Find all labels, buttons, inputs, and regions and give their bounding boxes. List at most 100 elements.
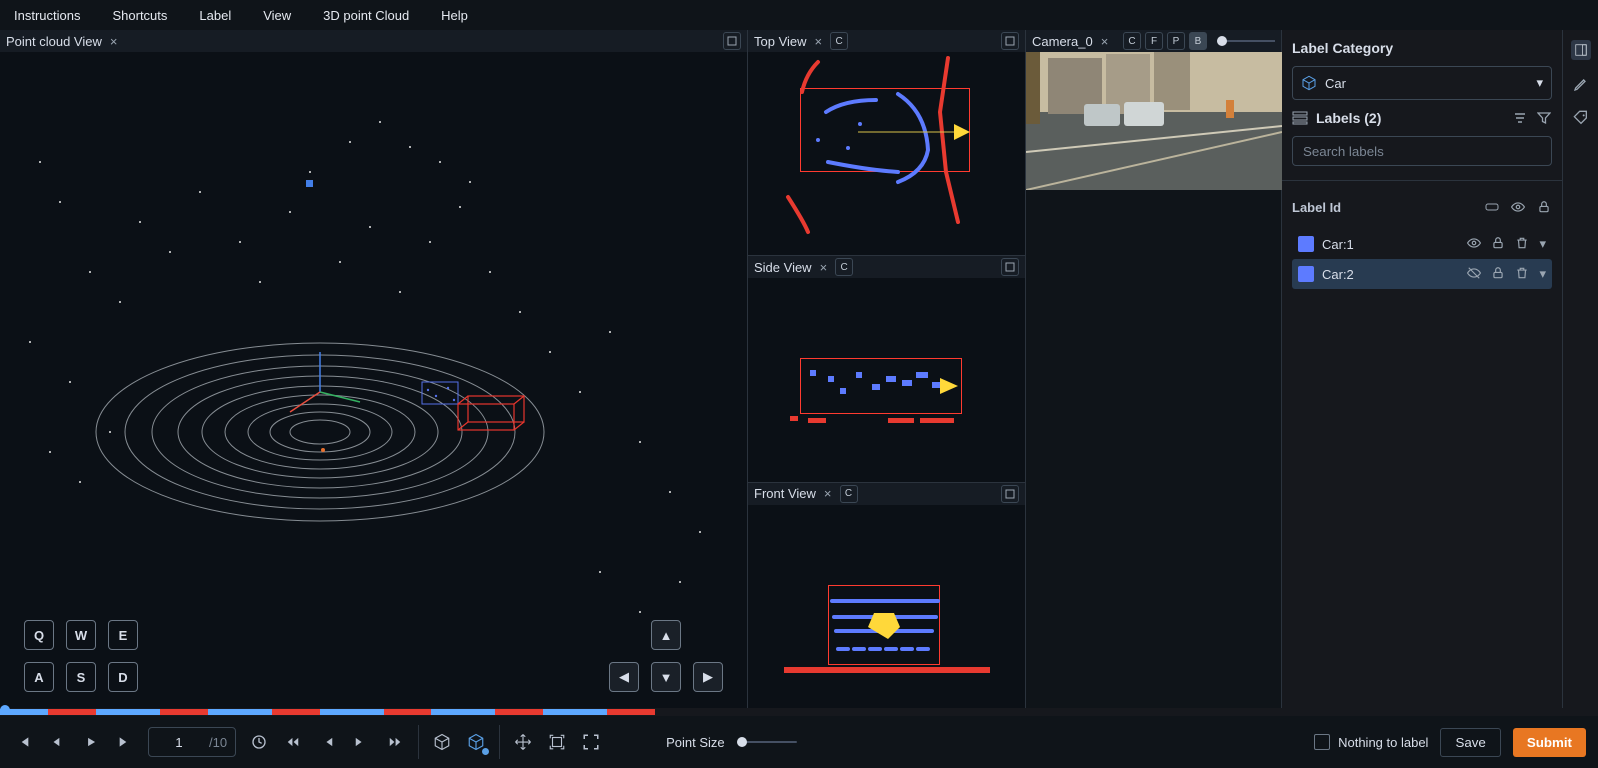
tab-camera-0[interactable]: Camera_0 [1032, 34, 1093, 49]
menu-view[interactable]: View [259, 4, 295, 27]
arrow-right-icon[interactable]: ▶ [693, 662, 723, 692]
save-button[interactable]: Save [1440, 728, 1500, 757]
next-frame-icon[interactable] [350, 731, 372, 753]
arrow-down-icon[interactable]: ▼ [651, 662, 681, 692]
chevron-down-icon[interactable]: ▾ [1539, 266, 1546, 282]
label-id-header: Label Id [1292, 200, 1484, 215]
cube-edit-icon[interactable] [465, 731, 487, 753]
brightness-slider[interactable] [1217, 40, 1275, 42]
frame-total: /10 [209, 735, 235, 750]
camera-mode-b[interactable]: B [1189, 32, 1207, 50]
filter-icon[interactable] [1536, 110, 1552, 126]
label-category-dropdown[interactable]: Car ▾ [1292, 66, 1552, 100]
menu-instructions[interactable]: Instructions [10, 4, 84, 27]
timeline-segment [272, 709, 320, 715]
panel-layout-icon[interactable] [1571, 40, 1591, 60]
tag-icon[interactable] [1484, 199, 1500, 215]
label-name: Car:2 [1322, 267, 1459, 282]
play-icon[interactable] [80, 731, 102, 753]
arrow-up-icon[interactable]: ▲ [651, 620, 681, 650]
close-icon[interactable]: × [813, 34, 825, 49]
fullscreen-icon[interactable] [580, 731, 602, 753]
key-q[interactable]: Q [24, 620, 54, 650]
frame-indicator: /10 [148, 727, 236, 757]
lock-icon[interactable] [1491, 236, 1505, 252]
sort-icon[interactable] [1512, 110, 1528, 126]
timeline-segment [96, 709, 160, 715]
label-row[interactable]: Car:2 ▾ [1292, 259, 1552, 289]
side-view-header: Side View × C [748, 256, 1025, 278]
move-icon[interactable] [512, 731, 534, 753]
lock-icon[interactable] [1536, 199, 1552, 215]
close-icon[interactable]: × [818, 260, 830, 275]
toggle-c-button[interactable]: C [840, 485, 858, 503]
key-e[interactable]: E [108, 620, 138, 650]
fit-icon[interactable] [546, 731, 568, 753]
front-view-canvas[interactable] [748, 505, 1025, 708]
timeline-segment [160, 709, 208, 715]
point-size-slider[interactable] [737, 741, 797, 743]
label-side-panel: Label Category Car ▾ Labels (2) Label Id [1282, 30, 1562, 708]
pointcloud-panel: Point cloud View × [0, 30, 748, 708]
top-view-header: Top View × C [748, 30, 1025, 52]
search-labels-input[interactable] [1292, 136, 1552, 166]
lock-icon[interactable] [1491, 266, 1505, 282]
maximize-icon[interactable] [723, 32, 741, 50]
close-icon[interactable]: × [1099, 34, 1111, 49]
camera-mode-p[interactable]: P [1167, 32, 1185, 50]
edit-icon[interactable] [1571, 74, 1591, 94]
eye-icon[interactable] [1467, 236, 1481, 252]
key-a[interactable]: A [24, 662, 54, 692]
menu-help[interactable]: Help [437, 4, 472, 27]
menu-label[interactable]: Label [195, 4, 235, 27]
trash-icon[interactable] [1515, 236, 1529, 252]
tab-front-view[interactable]: Front View [754, 486, 816, 501]
cube-outline-icon[interactable] [431, 731, 453, 753]
history-icon[interactable] [248, 731, 270, 753]
tab-side-view[interactable]: Side View [754, 260, 812, 275]
pointcloud-viewport[interactable]: Q W E A S D ▲ ◀ ▼ ▶ [0, 52, 747, 708]
close-icon[interactable]: × [822, 486, 834, 501]
eye-icon[interactable] [1510, 199, 1526, 215]
step-back-icon[interactable] [46, 731, 68, 753]
camera-image[interactable] [1026, 52, 1281, 190]
key-w[interactable]: W [66, 620, 96, 650]
arrow-left-icon[interactable]: ◀ [609, 662, 639, 692]
timeline-segment [48, 709, 96, 715]
labels-count-title: Labels (2) [1316, 110, 1381, 126]
label-category-value: Car [1325, 76, 1346, 91]
maximize-icon[interactable] [1001, 32, 1019, 50]
eye-off-icon[interactable] [1467, 266, 1481, 282]
close-icon[interactable]: × [108, 34, 120, 49]
trash-icon[interactable] [1515, 266, 1529, 282]
fast-forward-icon[interactable] [384, 731, 406, 753]
side-view-canvas[interactable] [748, 278, 1025, 481]
skip-last-icon[interactable] [114, 731, 136, 753]
submit-button[interactable]: Submit [1513, 728, 1586, 757]
workspace: Point cloud View × [0, 30, 1598, 708]
maximize-icon[interactable] [1001, 485, 1019, 503]
tab-pointcloud-view[interactable]: Point cloud View [6, 34, 102, 49]
timeline-segment [543, 709, 607, 715]
chevron-down-icon[interactable]: ▾ [1539, 236, 1546, 252]
menu-3d-pointcloud[interactable]: 3D point Cloud [319, 4, 413, 27]
timeline[interactable] [0, 708, 1598, 716]
toggle-c-button[interactable]: C [835, 258, 853, 276]
key-d[interactable]: D [108, 662, 138, 692]
nothing-to-label-checkbox[interactable]: Nothing to label [1314, 734, 1428, 750]
label-list: Car:1▾ Car:2 ▾ [1292, 229, 1552, 289]
prev-frame-icon[interactable] [316, 731, 338, 753]
maximize-icon[interactable] [1001, 258, 1019, 276]
menu-shortcuts[interactable]: Shortcuts [108, 4, 171, 27]
camera-mode-f[interactable]: F [1145, 32, 1163, 50]
frame-input[interactable] [149, 728, 209, 756]
label-row[interactable]: Car:1▾ [1292, 229, 1552, 259]
rewind-icon[interactable] [282, 731, 304, 753]
camera-mode-c[interactable]: C [1123, 32, 1141, 50]
key-s[interactable]: S [66, 662, 96, 692]
toggle-c-button[interactable]: C [830, 32, 848, 50]
tab-top-view[interactable]: Top View [754, 34, 807, 49]
tag-rail-icon[interactable] [1571, 108, 1591, 128]
skip-first-icon[interactable] [12, 731, 34, 753]
top-view-canvas[interactable] [748, 52, 1025, 255]
